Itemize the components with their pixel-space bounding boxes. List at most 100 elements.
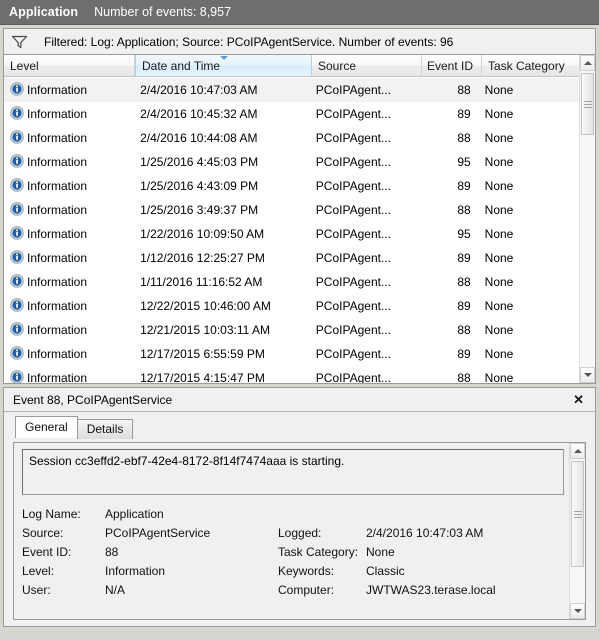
cell-date-and-time: 2/4/2016 10:44:08 AM: [140, 131, 258, 145]
column-header-event-id[interactable]: Event ID: [422, 55, 482, 76]
cell-level: Information: [4, 81, 134, 99]
table-row[interactable]: Information 1/12/2016 12:25:27 PM PCoIPAge…: [4, 246, 579, 270]
cell-level-label: Information: [27, 347, 88, 361]
table-row[interactable]: Information 1/25/2016 4:45:03 PM PCoIPAgen…: [4, 150, 579, 174]
cell-event-id: 89: [457, 107, 471, 121]
property-row: Log Name: Application: [22, 504, 564, 523]
cell-event-id: 88: [457, 131, 471, 145]
cell-level-label: Information: [27, 131, 88, 145]
scroll-up-button[interactable]: [580, 55, 595, 71]
cell-level-label: Information: [27, 155, 88, 169]
cell-date-and-time: 1/11/2016 11:16:52 AM: [140, 275, 263, 289]
information-icon: [10, 321, 24, 339]
cell-date-and-time: 2/4/2016 10:45:32 AM: [140, 107, 258, 121]
cell-level: Information: [4, 297, 134, 315]
tab-general[interactable]: General: [15, 416, 78, 438]
tab-details[interactable]: Details: [76, 419, 134, 439]
cell-source: PCoIPAgent...: [315, 251, 391, 265]
event-list-header: Level Date and Time Source Event ID Task…: [4, 55, 595, 77]
table-row[interactable]: Information 1/25/2016 4:43:09 PM PCoIPAgen…: [4, 174, 579, 198]
cell-task-category: None: [484, 299, 514, 313]
table-row[interactable]: Information 2/4/2016 10:44:08 AM PCoIPAgen…: [4, 126, 579, 150]
property-value: N/A: [105, 582, 126, 597]
cell-level: Information: [4, 177, 134, 195]
column-header-task-category-label: Task Category: [488, 58, 565, 73]
cell-date-and-time: 1/22/2016 10:09:50 AM: [140, 227, 265, 241]
close-icon[interactable]: ✕: [569, 391, 588, 408]
table-row[interactable]: Information 12/17/2015 4:15:47 PM PCoIPAge…: [4, 366, 579, 383]
cell-date-and-time: 1/12/2016 12:25:27 PM: [140, 251, 265, 265]
scrollbar-thumb[interactable]: [581, 73, 594, 135]
cell-source: PCoIPAgent...: [315, 203, 391, 217]
cell-date-and-time: 1/25/2016 4:43:09 PM: [140, 179, 259, 193]
cell-source: PCoIPAgent...: [315, 131, 391, 145]
event-detail-scrollbar[interactable]: [569, 443, 585, 619]
table-row[interactable]: Information 1/11/2016 11:16:52 AM PCoIPAge…: [4, 270, 579, 294]
cell-level-label: Information: [27, 323, 88, 337]
property-label-secondary: Logged:: [278, 525, 322, 540]
detail-scroll-up-button[interactable]: [570, 443, 585, 459]
column-header-date-and-time[interactable]: Date and Time: [135, 55, 312, 76]
column-header-source[interactable]: Source: [312, 55, 422, 76]
cell-level: Information: [4, 345, 134, 363]
table-row[interactable]: Information 2/4/2016 10:45:32 AM PCoIPAgen…: [4, 102, 579, 126]
column-header-level[interactable]: Level: [4, 55, 135, 76]
table-row[interactable]: Information 2/4/2016 10:47:03 AM PCoIPAgen…: [4, 78, 579, 102]
filter-bar[interactable]: Filtered: Log: Application; Source: PCoI…: [3, 28, 596, 54]
cell-level-label: Information: [27, 83, 88, 97]
cell-source: PCoIPAgent...: [315, 323, 391, 337]
property-label: Source:: [22, 525, 64, 540]
cell-event-id: 89: [457, 299, 471, 313]
cell-task-category: None: [484, 83, 514, 97]
event-detail-pane: Event 88, PCoIPAgentService ✕ General De…: [3, 387, 596, 627]
cell-event-id: 88: [457, 83, 471, 97]
filter-funnel-icon: [11, 35, 28, 49]
cell-source: PCoIPAgent...: [315, 83, 391, 97]
information-icon: [10, 273, 24, 291]
table-row[interactable]: Information 12/22/2015 10:46:00 AM PCoIPAg…: [4, 294, 579, 318]
cell-date-and-time: 12/21/2015 10:03:11 AM: [140, 323, 270, 337]
cell-source: PCoIPAgent...: [315, 227, 391, 241]
scrollbar-grip-icon: [583, 99, 592, 110]
cell-date-and-time: 12/17/2015 6:55:59 PM: [140, 347, 265, 361]
information-icon: [10, 249, 24, 267]
scroll-down-button[interactable]: [580, 367, 595, 383]
cell-event-id: 88: [457, 203, 471, 217]
general-tab-panel: Session cc3effd2-ebf7-42e4-8172-8f14f747…: [13, 442, 586, 620]
event-list-scrollbar[interactable]: [579, 55, 595, 383]
property-label: Event ID:: [22, 544, 72, 559]
property-row: Level: Information Keywords: Classic: [22, 561, 564, 580]
cell-task-category: None: [484, 371, 514, 383]
table-row[interactable]: Information 1/25/2016 3:49:37 PM PCoIPAgen…: [4, 198, 579, 222]
event-message-box: Session cc3effd2-ebf7-42e4-8172-8f14f747…: [22, 449, 564, 495]
property-value: PCoIPAgentService: [105, 525, 211, 540]
property-value-secondary: None: [366, 544, 395, 559]
table-row[interactable]: Information 12/21/2015 10:03:11 AM PCoIPAg…: [4, 318, 579, 342]
cell-level-label: Information: [27, 107, 88, 121]
cell-source: PCoIPAgent...: [315, 275, 391, 289]
cell-level: Information: [4, 273, 134, 291]
cell-source: PCoIPAgent...: [315, 155, 391, 169]
cell-task-category: None: [484, 179, 514, 193]
cell-event-id: 95: [457, 155, 471, 169]
cell-event-id: 89: [457, 179, 471, 193]
cell-task-category: None: [484, 251, 514, 265]
information-icon: [10, 345, 24, 363]
table-row[interactable]: Information 1/22/2016 10:09:50 AM PCoIPAge…: [4, 222, 579, 246]
column-header-task-category[interactable]: Task Category: [482, 55, 583, 76]
filter-description: Filtered: Log: Application; Source: PCoI…: [44, 34, 454, 49]
scrollbar-grip-icon: [573, 509, 582, 520]
detail-scroll-down-button[interactable]: [570, 603, 585, 619]
cell-task-category: None: [484, 347, 514, 361]
property-value: Information: [105, 563, 166, 578]
cell-source: PCoIPAgent...: [315, 371, 391, 383]
cell-level-label: Information: [27, 371, 88, 383]
property-value-secondary: 2/4/2016 10:47:03 AM: [366, 525, 484, 540]
chevron-up-icon: [573, 449, 582, 453]
cell-level-label: Information: [27, 275, 88, 289]
column-header-source-label: Source: [318, 58, 357, 73]
cell-event-id: 88: [457, 371, 471, 383]
detail-scrollbar-thumb[interactable]: [571, 461, 584, 567]
table-row[interactable]: Information 12/17/2015 6:55:59 PM PCoIPAge…: [4, 342, 579, 366]
information-icon: [10, 177, 24, 195]
